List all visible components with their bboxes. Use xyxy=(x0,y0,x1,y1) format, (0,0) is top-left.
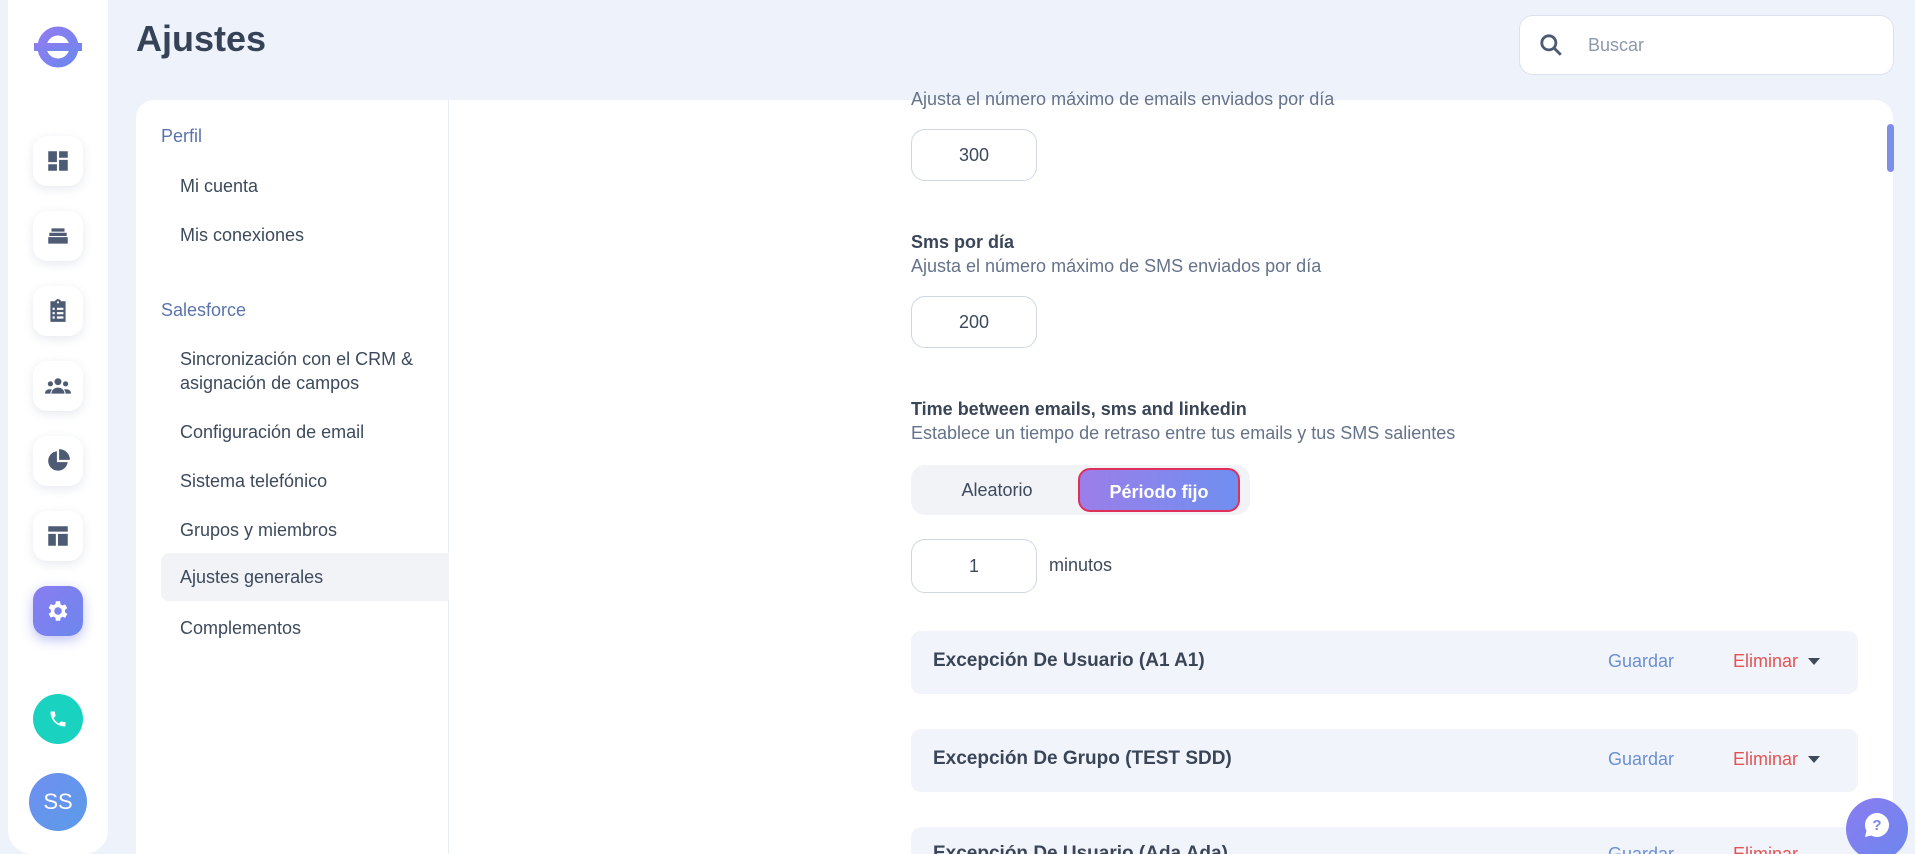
delay-option-random[interactable]: Aleatorio xyxy=(915,468,1079,512)
help-chat-button[interactable]: ? xyxy=(1846,798,1908,854)
phone-icon xyxy=(50,711,66,727)
emails-per-day-input[interactable] xyxy=(911,129,1037,181)
search-icon xyxy=(1540,34,1562,56)
exception-delete-button[interactable]: Eliminar xyxy=(1733,749,1798,770)
exception-row[interactable]: Excepción De Usuario (Ada Ada) Guardar E… xyxy=(911,827,1858,854)
delay-title: Time between emails, sms and linkedin xyxy=(911,399,1247,419)
exception-save-button[interactable]: Guardar xyxy=(1608,844,1674,854)
emails-per-day-description: Ajusta el número máximo de emails enviad… xyxy=(911,89,1335,109)
scrollbar-thumb[interactable] xyxy=(1887,124,1894,172)
delay-description: Establece un tiempo de retraso entre tus… xyxy=(911,423,1456,443)
exception-save-button[interactable]: Guardar xyxy=(1608,749,1674,770)
nav-section-salesforce: Salesforce xyxy=(161,300,247,320)
exception-delete-button[interactable]: Eliminar xyxy=(1733,651,1798,672)
exception-delete-button[interactable]: Eliminar xyxy=(1733,844,1798,854)
nav-item-addons[interactable]: Complementos xyxy=(161,616,449,640)
delay-option-fixed[interactable]: Périodo fijo xyxy=(1078,468,1240,512)
page-title: Ajustes xyxy=(136,18,267,59)
left-rail: SS xyxy=(8,0,108,854)
inbox-icon xyxy=(48,228,68,244)
user-avatar[interactable]: SS xyxy=(29,773,87,831)
nav-templates-button[interactable] xyxy=(33,511,83,561)
app-logo-icon[interactable] xyxy=(34,23,82,71)
nav-section-perfil: Perfil xyxy=(161,126,203,146)
nav-item-groups-members[interactable]: Grupos y miembros xyxy=(161,518,449,542)
phone-button[interactable] xyxy=(33,694,83,744)
chevron-down-icon[interactable] xyxy=(1808,756,1820,763)
settings-icon xyxy=(48,601,68,621)
clipboard-icon xyxy=(50,299,66,322)
settings-subnav: Perfil Mi cuenta Mis conexiones Salesfor… xyxy=(136,100,449,854)
nav-item-general-settings[interactable]: Ajustes generales xyxy=(161,553,449,601)
nav-contacts-button[interactable] xyxy=(33,361,83,411)
exception-save-button[interactable]: Guardar xyxy=(1608,651,1674,672)
delay-minutes-input[interactable] xyxy=(911,539,1037,593)
exception-row[interactable]: Excepción De Grupo (TEST SDD) Guardar El… xyxy=(911,729,1858,792)
exception-title: Excepción De Usuario (A1 A1) xyxy=(933,650,1205,671)
sms-per-day-input[interactable] xyxy=(911,296,1037,348)
delay-mode-toggle: Aleatorio Périodo fijo xyxy=(911,465,1250,515)
nav-item-mi-cuenta[interactable]: Mi cuenta xyxy=(161,174,449,198)
nav-inbox-button[interactable] xyxy=(33,211,83,261)
svg-text:?: ? xyxy=(1872,817,1881,834)
nav-item-phone-system[interactable]: Sistema telefónico xyxy=(161,469,449,493)
nav-item-crm-sync[interactable]: Sincronización con el CRM & asignación d… xyxy=(161,347,449,395)
delay-unit-label: minutos xyxy=(1049,555,1113,575)
nav-item-email-config[interactable]: Configuración de email xyxy=(161,420,449,444)
layout-icon xyxy=(48,526,68,546)
dashboard-icon xyxy=(48,151,68,171)
people-icon xyxy=(45,378,71,394)
search-box[interactable] xyxy=(1519,15,1894,75)
exception-row[interactable]: Excepción De Usuario (A1 A1) Guardar Eli… xyxy=(911,631,1858,694)
nav-tasks-button[interactable] xyxy=(33,286,83,336)
exception-title: Excepción De Grupo (TEST SDD) xyxy=(933,748,1232,769)
nav-dashboard-button[interactable] xyxy=(33,136,83,186)
chevron-down-icon[interactable] xyxy=(1808,658,1820,665)
sms-per-day-title: Sms por día xyxy=(911,232,1015,252)
sms-per-day-description: Ajusta el número máximo de SMS enviados … xyxy=(911,256,1322,276)
nav-settings-button[interactable] xyxy=(33,586,83,636)
nav-item-mis-conexiones[interactable]: Mis conexiones xyxy=(161,223,449,247)
exception-title: Excepción De Usuario (Ada Ada) xyxy=(933,843,1228,854)
help-chat-icon: ? xyxy=(1865,813,1890,837)
nav-reports-button[interactable] xyxy=(33,436,83,486)
pie-chart-icon xyxy=(48,449,70,471)
search-input[interactable] xyxy=(1588,34,1868,56)
